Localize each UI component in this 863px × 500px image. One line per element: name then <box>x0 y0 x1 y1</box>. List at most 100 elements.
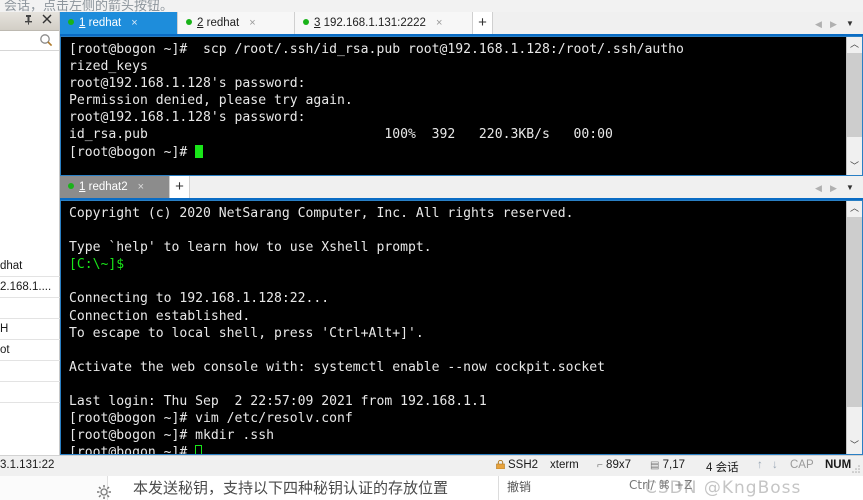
terminal-scrollbar-bottom[interactable]: ︿ ﹀ <box>846 201 862 454</box>
new-tab-button[interactable]: + <box>473 12 493 34</box>
terminal-line: Last login: Thu Sep 2 22:57:09 2021 from… <box>69 394 487 410</box>
terminal-line: root@192.168.1.128's password: <box>69 76 306 92</box>
list-item[interactable]: dhat <box>0 256 60 277</box>
terminal-size-icon: ⌐ <box>597 460 603 471</box>
scroll-down-icon[interactable]: ﹀ <box>847 438 862 454</box>
background-left-column <box>0 476 108 500</box>
pin-icon[interactable] <box>22 14 35 27</box>
terminal-cursor <box>195 445 203 454</box>
terminal-line: rized_keys <box>69 59 148 75</box>
scrollbar-thumb[interactable] <box>847 217 862 407</box>
tab-scroll-left-icon[interactable]: ◀ <box>811 179 826 197</box>
session-manager-panel: dhat 2.168.1.... H ot <box>0 12 60 455</box>
terminal-line: id_rsa.pub 100% 392 220.3KB/s 00:00 <box>69 127 613 143</box>
tab-close-icon[interactable]: × <box>138 176 144 198</box>
list-item[interactable] <box>0 298 60 319</box>
list-item[interactable]: H <box>0 319 60 340</box>
terminal-scrollbar-top[interactable]: ︿ ﹀ <box>846 37 862 175</box>
status-cursor: ▤ 7,17 <box>650 459 685 471</box>
terminal-line: Activate the web console with: systemctl… <box>69 359 606 375</box>
tab-close-icon[interactable]: × <box>436 12 442 34</box>
background-right-column: 撤销 Ctrl/ ⌘ +Z ↺ ↻ <box>498 476 863 500</box>
status-size: ⌐ 89x7 <box>597 459 631 471</box>
session-search-row[interactable] <box>0 31 59 51</box>
status-arrow-up-icon[interactable]: ↑ <box>757 459 763 471</box>
scrollbar-thumb[interactable] <box>847 53 862 137</box>
background-top-strip-text: 会话，点击左侧的箭头按钮。 <box>4 0 174 12</box>
tab-redhat-1[interactable]: 1 redhat × <box>60 12 178 34</box>
status-terminal-type: xterm <box>550 459 579 471</box>
tab-label: redhat <box>88 17 122 29</box>
terminal-pane-bottom[interactable]: Copyright (c) 2020 NetSarang Computer, I… <box>60 200 863 455</box>
terminal-line: root@192.168.1.128's password: <box>69 110 306 126</box>
tab-label: redhat <box>206 17 240 29</box>
xshell-window: 1 redhat × 2 redhat × 3 192.168.1.131:2222… <box>60 12 863 455</box>
terminal-line: Connection established. <box>69 308 251 324</box>
scroll-down-icon[interactable]: ﹀ <box>847 159 862 175</box>
status-num-lock: NUM <box>825 459 852 471</box>
background-bottom-area: 本发送秘钥，支持以下四种秘钥认证的存放位置 撤销 Ctrl/ ⌘ +Z ↺ ↻ <box>0 476 863 500</box>
scroll-up-icon[interactable]: ︿ <box>847 37 862 53</box>
list-item[interactable]: ot <box>0 340 60 361</box>
session-tree-empty-area <box>0 51 59 271</box>
background-top-strip: 会话，点击左侧的箭头按钮。 <box>0 0 863 12</box>
undo-label: 撤销 <box>507 480 532 494</box>
terminal-line: [root@bogon ~]# scp /root/.ssh/id_rsa.pu… <box>69 42 684 57</box>
new-tab-button[interactable]: + <box>170 176 190 198</box>
lock-icon <box>496 459 505 470</box>
tab-list-dropdown-icon[interactable]: ▼ <box>841 179 859 197</box>
status-protocol: SSH2 <box>496 459 538 471</box>
status-caps-lock: CAP <box>790 459 814 471</box>
session-connected-dot <box>68 183 74 189</box>
scroll-up-icon[interactable]: ︿ <box>847 201 862 217</box>
terminal-output-top: [root@bogon ~]# scp /root/.ssh/id_rsa.pu… <box>69 41 844 161</box>
terminal-line: [root@bogon ~]# <box>69 144 196 160</box>
status-host: 3.1.131:22 <box>0 459 55 471</box>
terminal-line: [root@bogon ~]# <box>69 445 196 455</box>
list-item[interactable] <box>0 361 60 382</box>
session-connected-dot <box>186 19 192 25</box>
tab-redhat-2[interactable]: 2 redhat × <box>178 12 295 34</box>
tab-list-dropdown-icon[interactable]: ▼ <box>841 15 859 33</box>
status-protocol-label: SSH2 <box>508 459 539 471</box>
terminal-line: [root@bogon ~]# vim /etc/resolv.conf <box>69 411 353 427</box>
undo-shortcut-label: Ctrl/ ⌘ +Z <box>629 478 693 492</box>
session-panel-titlebar <box>0 12 59 31</box>
tab-label: 192.168.1.131:2222 <box>323 17 426 29</box>
session-connected-dot <box>303 19 309 25</box>
terminal-line-prompt: [C:\~]$ <box>69 257 125 273</box>
status-sessions: 4 会话 <box>706 462 739 474</box>
tab-close-icon[interactable]: × <box>131 12 137 34</box>
terminal-cursor <box>195 144 204 158</box>
terminal-line: Type `help' to learn how to use Xshell p… <box>69 240 432 256</box>
close-icon[interactable] <box>40 14 53 27</box>
list-item[interactable] <box>0 382 60 403</box>
status-size-label: 89x7 <box>606 459 631 471</box>
terminal-line: To escape to local shell, press 'Ctrl+Al… <box>69 325 424 341</box>
bottom-tab-bar: 1 redhat2 × + ◀ ▶ ▼ <box>60 176 863 200</box>
tab-navigation: ◀ ▶ ▼ <box>811 179 859 197</box>
tab-scroll-right-icon[interactable]: ▶ <box>826 179 841 197</box>
tab-192-168-1-131-2222[interactable]: 3 192.168.1.131:2222 × <box>295 12 473 34</box>
status-arrow-down-icon[interactable]: ↓ <box>772 459 778 471</box>
tab-navigation: ◀ ▶ ▼ <box>811 15 859 33</box>
terminal-line: Connecting to 192.168.1.128:22... <box>69 291 330 307</box>
terminal-output-bottom: Copyright (c) 2020 NetSarang Computer, I… <box>69 205 844 455</box>
resize-grip-icon[interactable] <box>851 464 861 474</box>
tab-redhat2[interactable]: 1 redhat2 × <box>60 176 170 198</box>
tab-scroll-left-icon[interactable]: ◀ <box>811 15 826 33</box>
tab-scroll-right-icon[interactable]: ▶ <box>826 15 841 33</box>
terminal-pane-top[interactable]: [root@bogon ~]# scp /root/.ssh/id_rsa.pu… <box>60 36 863 176</box>
terminal-line: [root@bogon ~]# mkdir .ssh <box>69 428 274 444</box>
status-bar: 3.1.131:22 SSH2 xterm ⌐ 89x7 ▤ 7,17 4 会话… <box>0 455 863 476</box>
gear-icon <box>96 484 112 500</box>
list-item[interactable]: 2.168.1.... <box>0 277 60 298</box>
terminal-line: Copyright (c) 2020 NetSarang Computer, I… <box>69 206 574 221</box>
top-tab-bar: 1 redhat × 2 redhat × 3 192.168.1.131:2222… <box>60 12 863 36</box>
session-list: dhat 2.168.1.... H ot <box>0 256 60 403</box>
cursor-position-icon: ▤ <box>650 460 660 471</box>
search-icon[interactable] <box>39 33 53 47</box>
tab-close-icon[interactable]: × <box>249 12 255 34</box>
session-connected-dot <box>68 19 74 25</box>
background-hint-text: 本发送秘钥，支持以下四种秘钥认证的存放位置 <box>133 479 449 497</box>
